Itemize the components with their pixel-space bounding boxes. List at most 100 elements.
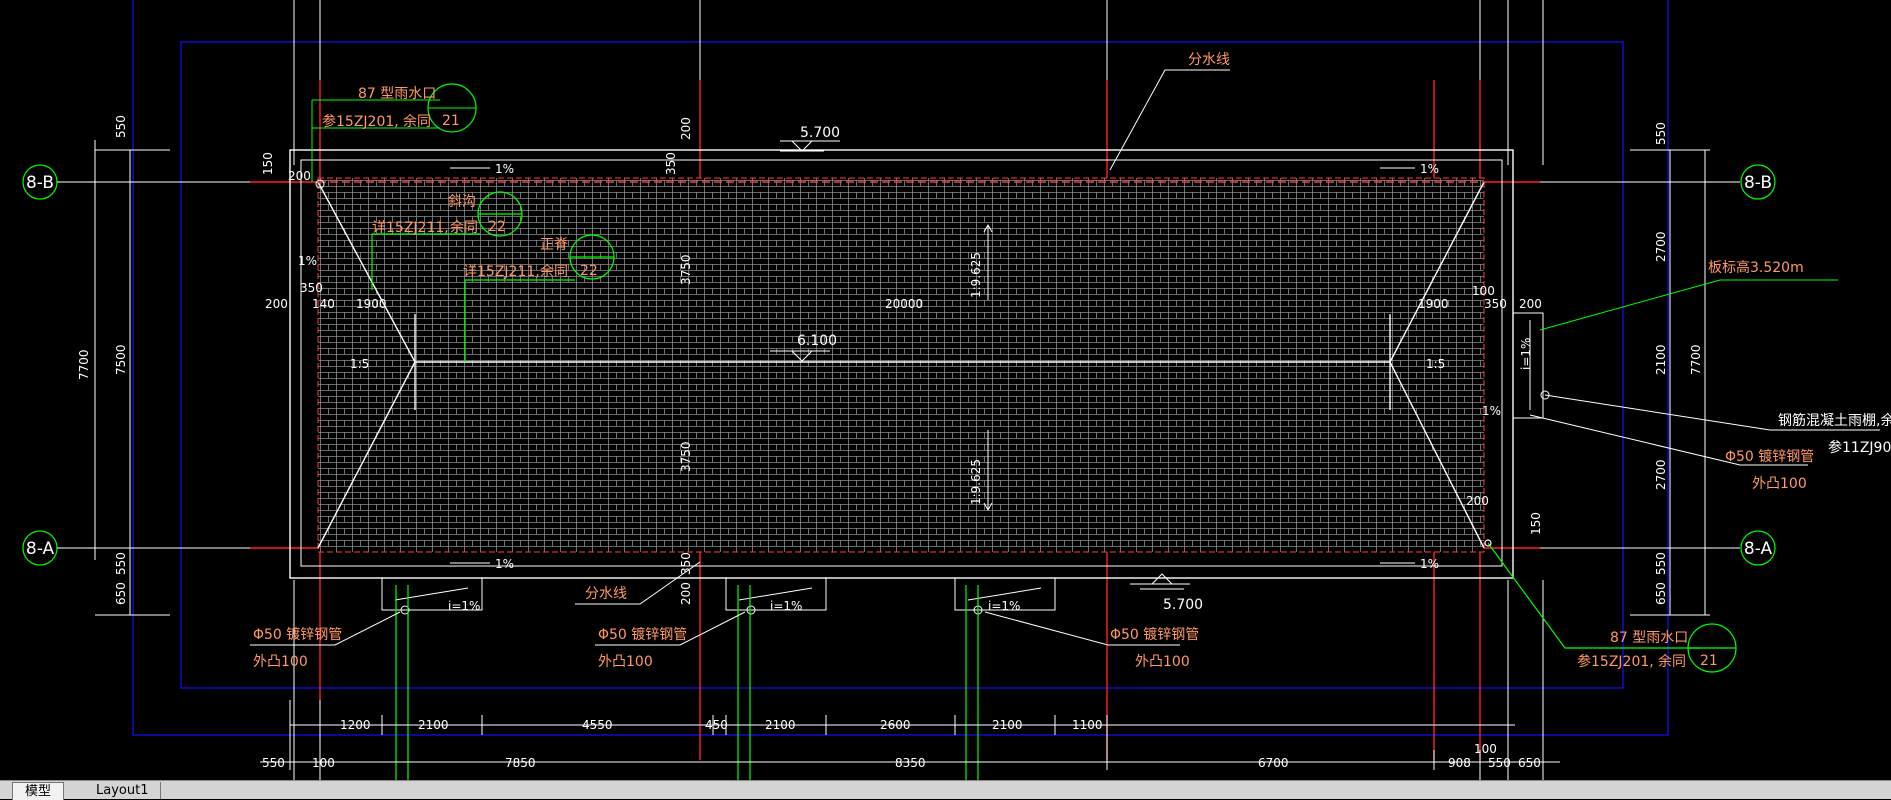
drain-bottom-same: 余同 xyxy=(1658,653,1686,670)
dim-bottom-7850: 7850 xyxy=(505,756,536,770)
tab-layout1[interactable]: Layout1 xyxy=(84,782,162,799)
top-eave-elevation: 5.700 xyxy=(800,125,840,141)
ridge-elevation: 6.100 xyxy=(797,333,837,349)
bottom-eave-elevation: 5.700 xyxy=(1163,597,1203,613)
pipe2-label: Φ50 镀锌钢管 xyxy=(598,626,687,643)
dim-half-span-top: 3750 xyxy=(679,254,693,285)
dim-top-350: 350 xyxy=(664,152,678,175)
pipe1-label: Φ50 镀锌钢管 xyxy=(253,626,342,643)
slope-bottom-left: 1% xyxy=(495,557,514,571)
drain-top-sheet: 21 xyxy=(442,113,460,129)
dim-bottom-550-right: 550 xyxy=(1488,756,1511,770)
dim-bottom-6700: 6700 xyxy=(1258,756,1289,770)
drain-bottom-title: 87 型雨水口 xyxy=(1610,630,1688,646)
canopy-level: 板标高3.520m xyxy=(1708,259,1804,276)
slope-ratio-bottom: 1:9.625 xyxy=(969,459,983,505)
dim-left-650: 650 xyxy=(114,582,128,605)
slope-bottom-right: 1% xyxy=(1420,557,1439,571)
divide-top: 分水线 xyxy=(1188,52,1230,68)
dim-right-200-lower: 200 xyxy=(1466,494,1489,508)
dim-right-350: 350 xyxy=(1484,297,1507,311)
dim-bottom-100: 100 xyxy=(312,756,335,770)
svg-text:8-A: 8-A xyxy=(1744,539,1773,559)
axis-bubble-right-bottom: 8-A xyxy=(1740,530,1776,566)
dim-bottom-1200: 1200 xyxy=(340,718,371,732)
callout-drain-bottom xyxy=(1484,539,1737,673)
dim-left-150: 150 xyxy=(261,152,275,175)
ridge-title: 正脊 xyxy=(540,237,568,253)
axis-bubble-left-top: 8-B xyxy=(22,164,95,200)
dim-bottom-200: 200 xyxy=(679,582,693,605)
pipe-leaders xyxy=(250,611,1180,646)
pipe4-label: Φ50 镀锌钢管 xyxy=(1725,448,1814,465)
dim-overall-length: 20000 xyxy=(885,297,923,311)
valley-same: 余同 xyxy=(450,219,478,236)
dim-right-550: 550 xyxy=(1654,122,1668,145)
dim-right-2700-bottom: 2700 xyxy=(1654,459,1668,490)
pipe3-label: Φ50 镀锌钢管 xyxy=(1110,626,1199,643)
dim-bottom-2100-a: 2100 xyxy=(418,718,449,732)
dim-bottom-1100: 1100 xyxy=(1072,718,1103,732)
dim-top-200: 200 xyxy=(679,117,693,140)
scupper-slope-2: i=1% xyxy=(770,599,802,613)
dim-right-650: 650 xyxy=(1654,582,1668,605)
dim-left-200: 200 xyxy=(265,297,288,311)
dim-right-550-bottom: 550 xyxy=(1654,552,1668,575)
dim-right-150: 150 xyxy=(1529,512,1543,535)
dim-left-200-top: 200 xyxy=(288,169,311,183)
dim-bottom-2600: 2600 xyxy=(880,718,911,732)
dim-bottom-4550: 4550 xyxy=(582,718,613,732)
pipe1-projection: 外凸100 xyxy=(253,654,308,670)
drain-bottom-ref: 参15ZJ201, xyxy=(1577,653,1654,670)
dim-bottom-550-left: 550 xyxy=(262,756,285,770)
divide-bottom: 分水线 xyxy=(585,586,627,602)
canopy-desc: 钢筋混凝土雨棚,余同 xyxy=(1778,412,1891,429)
slope-left-side: 1% xyxy=(298,254,317,268)
svg-text:8-B: 8-B xyxy=(1744,173,1772,193)
scupper-slope-1: i=1% xyxy=(448,599,480,613)
ridge-same: 余同 xyxy=(540,263,568,280)
dim-bottom-2100-c: 2100 xyxy=(992,718,1023,732)
slope-right-side: 1% xyxy=(1482,404,1501,418)
drain-top-ref: 参15ZJ201, xyxy=(322,113,399,130)
drain-bottom-sheet: 21 xyxy=(1700,653,1718,669)
dim-right-2700-top: 2700 xyxy=(1654,231,1668,262)
layout-tab-bar: 模型 Layout1 xyxy=(0,780,1891,800)
dim-bottom-2100-b: 2100 xyxy=(765,718,796,732)
dim-right-7700: 7700 xyxy=(1689,344,1703,375)
dim-left-350: 350 xyxy=(300,281,323,295)
slope-ratio-top: 1:9.625 xyxy=(969,252,983,298)
hip-slope-left: 1:5 xyxy=(350,357,369,371)
drain-top-title: 87 型雨水口 xyxy=(358,86,436,102)
tab-model[interactable]: 模型 xyxy=(12,782,65,800)
slope-top-left: 1% xyxy=(495,162,514,176)
dim-left-550-bottom: 550 xyxy=(114,552,128,575)
dim-bottom-8350: 8350 xyxy=(895,756,926,770)
pipe2-projection: 外凸100 xyxy=(598,654,653,670)
dim-end-1900-right: 1900 xyxy=(1418,297,1449,311)
pipe4-projection: 外凸100 xyxy=(1752,476,1807,492)
dim-half-span-bottom: 3750 xyxy=(679,441,693,472)
downpipe-lines xyxy=(395,585,979,780)
canopy-slope: i=1% xyxy=(1519,338,1533,370)
dim-right-100: 100 xyxy=(1472,284,1495,298)
pipe3-projection: 外凸100 xyxy=(1135,654,1190,670)
dim-left-140: 140 xyxy=(312,297,335,311)
scupper-slope-3: i=1% xyxy=(988,599,1020,613)
cad-drawing-viewport[interactable]: 5.700 6.100 5.700 8-B 8-A 8-B 8-A 550 77… xyxy=(0,0,1891,780)
dim-bottom-450: 450 xyxy=(705,718,728,732)
valley-sheet: 22 xyxy=(488,219,506,235)
dim-right-200: 200 xyxy=(1519,297,1542,311)
canopy-ref: 参11ZJ901 xyxy=(1828,439,1891,456)
dim-left-7700: 7700 xyxy=(77,349,91,380)
svg-text:8-B: 8-B xyxy=(26,173,54,193)
valley-title: 斜沟 xyxy=(448,194,476,210)
dim-bottom-100-right: 100 xyxy=(1474,742,1497,756)
hip-slope-right: 1:5 xyxy=(1426,357,1445,371)
dim-right-2100: 2100 xyxy=(1654,344,1668,375)
valley-ref: 详15ZJ211, xyxy=(372,220,449,236)
dim-left-7500: 7500 xyxy=(114,344,128,375)
ridge-sheet: 22 xyxy=(580,263,598,279)
axis-bubble-left-bottom: 8-A xyxy=(22,530,95,566)
dim-left-550: 550 xyxy=(114,115,128,138)
